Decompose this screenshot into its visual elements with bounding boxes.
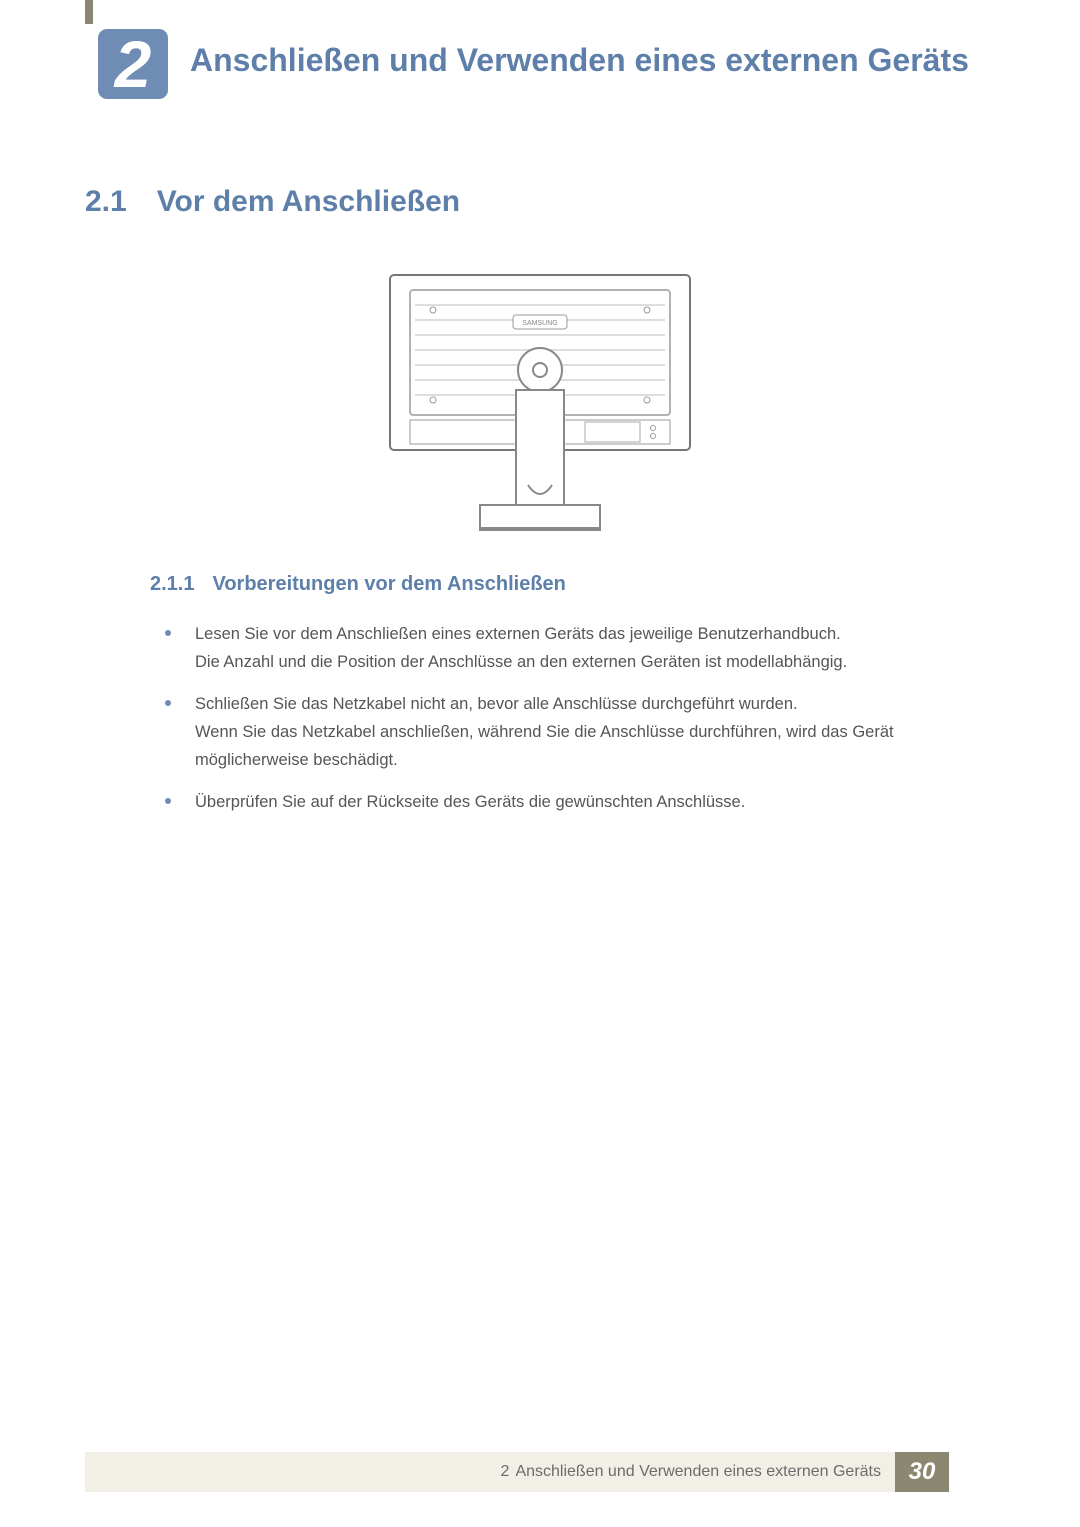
section-title: Vor dem Anschließen	[157, 185, 460, 218]
bullet-list: Lesen Sie vor dem Anschließen eines exte…	[165, 620, 980, 830]
chapter-badge: 2	[93, 24, 173, 104]
bullet-main: Überprüfen Sie auf der Rückseite des Ger…	[195, 793, 745, 811]
bullet-sub: Die Anzahl und die Position der Anschlüs…	[195, 648, 980, 676]
footer-bar: 2 Anschließen und Verwenden eines extern…	[85, 1452, 895, 1492]
monitor-brand-label: SAMSUNG	[522, 320, 557, 327]
footer-chapter-title: Anschließen und Verwenden eines externen…	[515, 1463, 881, 1481]
subsection-title: Vorbereitungen vor dem Anschließen	[212, 573, 565, 595]
document-page: 2 Anschließen und Verwenden eines extern…	[0, 0, 1080, 1527]
subsection-number: 2.1.1	[150, 573, 194, 595]
section-heading: 2.1 Vor dem Anschließen	[85, 185, 990, 219]
list-item: Lesen Sie vor dem Anschließen eines exte…	[165, 620, 980, 676]
figure-monitor-rear: SAMSUNG	[0, 270, 1080, 545]
chapter-number: 2	[115, 31, 152, 97]
header-accent-bar	[85, 0, 93, 24]
footer-page-number: 30	[895, 1452, 949, 1492]
bullet-main: Schließen Sie das Netzkabel nicht an, be…	[195, 695, 798, 713]
section-number: 2.1	[85, 185, 127, 218]
bullet-sub: Wenn Sie das Netzkabel anschließen, währ…	[195, 718, 980, 774]
list-item: Überprüfen Sie auf der Rückseite des Ger…	[165, 788, 980, 816]
list-item: Schließen Sie das Netzkabel nicht an, be…	[165, 690, 980, 774]
monitor-rear-icon: SAMSUNG	[385, 270, 695, 540]
bullet-main: Lesen Sie vor dem Anschließen eines exte…	[195, 625, 841, 643]
footer-chapter-ref: 2	[501, 1463, 510, 1481]
subsection-heading: 2.1.1 Vorbereitungen vor dem Anschließen	[150, 573, 990, 596]
page-footer: 2 Anschließen und Verwenden eines extern…	[85, 1452, 1080, 1492]
chapter-title: Anschließen und Verwenden eines externen…	[190, 40, 1000, 80]
